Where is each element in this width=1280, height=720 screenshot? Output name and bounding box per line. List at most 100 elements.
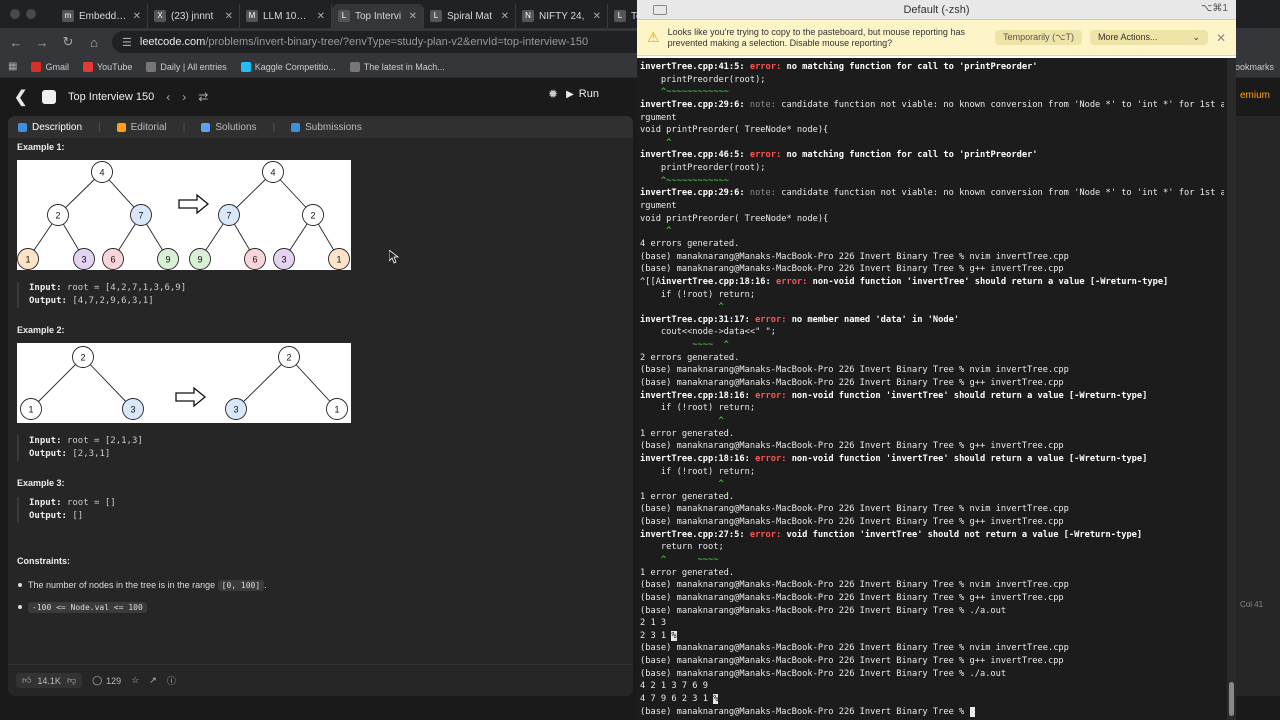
- bookmark-gmail[interactable]: Gmail: [31, 61, 69, 72]
- input-label: Input:: [29, 498, 62, 508]
- terminal-line: invertTree.cpp:29:6: note: candidate fun…: [640, 187, 1224, 200]
- tab-divider: |: [98, 121, 101, 133]
- terminal-text: invertTree.cpp:41:5:: [640, 62, 750, 72]
- terminal-line: 1 error generated.: [640, 491, 1224, 504]
- browser-tab[interactable]: L Spiral Mat ✕: [424, 4, 516, 28]
- tab-title: LLM 101: E: [263, 10, 312, 22]
- example-1-title: Example 1:: [17, 142, 65, 152]
- premium-link[interactable]: emium: [1240, 90, 1270, 101]
- constraint-text: .: [264, 580, 267, 590]
- reload-icon[interactable]: ↻: [60, 34, 76, 50]
- run-button[interactable]: ▶ Run: [566, 88, 599, 100]
- tab-close-icon[interactable]: ✕: [501, 11, 509, 22]
- tree-node-label: 3: [233, 405, 238, 415]
- more-actions-dropdown[interactable]: More Actions... ⌄: [1089, 30, 1208, 45]
- terminal-line: (base) manaknarang@Manaks-MacBook-Pro 22…: [640, 655, 1224, 668]
- tree-node-label: 6: [110, 255, 115, 265]
- back-icon[interactable]: ←: [8, 35, 24, 50]
- play-icon: ▶: [566, 88, 574, 100]
- editorial-icon: [116, 122, 126, 132]
- bookmark-daily[interactable]: Daily | All entries: [146, 61, 227, 72]
- terminal-text: error:: [776, 276, 813, 287]
- scrollbar-thumb[interactable]: [1229, 682, 1234, 716]
- bookmark-youtube[interactable]: YouTube: [82, 61, 132, 72]
- browser-tab[interactable]: m Embedding ✕: [56, 4, 148, 28]
- terminal-line: invertTree.cpp:46:5: error: no matching …: [640, 149, 1224, 162]
- bookmark-kaggle[interactable]: Kaggle Competitio...: [240, 61, 336, 72]
- forward-icon[interactable]: →: [34, 35, 50, 50]
- tree-node-label: 7: [226, 211, 231, 221]
- terminal-line: cout<<node->data<<" ";: [640, 326, 1224, 339]
- terminal-text: ^~~~~~~~~~~~~: [640, 175, 729, 186]
- terminal-text: if (!root) return;: [640, 466, 756, 477]
- terminal-text: error:: [755, 453, 792, 464]
- like-button[interactable]: 👍︎ 14.1K 👎︎: [16, 673, 83, 688]
- next-problem-icon[interactable]: ›: [182, 90, 186, 104]
- terminal-line: invertTree.cpp:41:5: error: no matching …: [640, 61, 1224, 74]
- tab-editorial[interactable]: Editorial: [116, 122, 167, 133]
- run-controls: ✹ ▶ Run: [548, 87, 599, 101]
- terminal-line: 2 3 1 %: [640, 630, 1224, 643]
- terminal-line: 4 errors generated.: [640, 238, 1224, 251]
- tab-solutions[interactable]: Solutions: [201, 122, 257, 133]
- tree-node-label: 1: [28, 405, 33, 415]
- star-icon[interactable]: ☆: [131, 675, 139, 686]
- terminal-line: 2 1 3: [640, 617, 1224, 630]
- example-output: [2,3,1]: [72, 449, 111, 459]
- terminal-text: (base) manaknarang@Manaks-MacBook-Pro 22…: [640, 643, 1069, 654]
- example-output: [4,7,2,9,6,3,1]: [72, 296, 154, 306]
- run-label: Run: [578, 88, 599, 100]
- debug-icon[interactable]: ✹: [548, 87, 558, 101]
- terminal-tab-icon[interactable]: [653, 5, 667, 15]
- tab-close-icon[interactable]: ✕: [133, 11, 141, 22]
- window-min-dot[interactable]: [26, 9, 36, 19]
- site-info-icon[interactable]: ☰: [122, 36, 132, 49]
- browser-tab[interactable]: X (23) jnnnt ✕: [148, 4, 240, 28]
- apps-icon[interactable]: ▦: [8, 61, 17, 72]
- constraints-list: The number of nodes in the tree is in th…: [17, 578, 267, 622]
- home-icon[interactable]: ⌂: [86, 35, 102, 50]
- tab-close-icon[interactable]: ✕: [225, 11, 233, 22]
- prev-problem-icon[interactable]: ‹: [166, 90, 170, 104]
- terminal-text: ^: [640, 226, 672, 237]
- browser-tab[interactable]: L Top Intervi ✕: [332, 4, 424, 28]
- url-field[interactable]: ☰ leetcode.com/problems/invert-binary-tr…: [112, 31, 672, 53]
- browser-tab[interactable]: N NIFTY 24, ✕: [516, 4, 608, 28]
- tab-close-icon[interactable]: ✕: [593, 11, 601, 22]
- terminal-scrollbar[interactable]: [1227, 58, 1236, 720]
- input-label: Input:: [29, 436, 62, 446]
- shuffle-icon[interactable]: ⇄: [198, 90, 208, 104]
- warning-icon: ⚠: [647, 29, 660, 45]
- thumbs-down-icon[interactable]: 👎︎: [67, 675, 76, 686]
- tab-close-icon[interactable]: ✕: [409, 11, 417, 22]
- browser-tab[interactable]: M LLM 101: E ✕: [240, 4, 332, 28]
- terminal-text: error:: [749, 150, 787, 161]
- bookmark-ml-news[interactable]: The latest in Mach...: [349, 61, 445, 72]
- terminal-line: ~~~~ ^: [640, 339, 1224, 352]
- terminal-output[interactable]: invertTree.cpp:41:5: error: no matching …: [637, 58, 1227, 720]
- bookmark-label: The latest in Mach...: [363, 61, 445, 72]
- terminal-text: non-void function 'invertTree' should re…: [791, 390, 1148, 401]
- bookmark-label: Daily | All entries: [160, 61, 227, 72]
- tab-close-icon[interactable]: ✕: [317, 11, 325, 22]
- help-icon[interactable]: ⓘ: [167, 674, 176, 687]
- tab-submissions[interactable]: Submissions: [291, 122, 362, 133]
- temporarily-button[interactable]: Temporarily (⌥T): [995, 30, 1082, 45]
- tree-node-label: 1: [334, 405, 339, 415]
- window-close-dot[interactable]: [10, 9, 20, 19]
- tab-favicon-icon: M: [246, 10, 258, 22]
- leetcode-logo-icon[interactable]: ❮: [14, 87, 30, 107]
- share-icon[interactable]: ↗: [149, 675, 157, 686]
- constraints-title: Constraints:: [17, 556, 71, 566]
- study-plan-title[interactable]: Top Interview 150: [68, 91, 154, 103]
- comments-button[interactable]: ◯ 129: [92, 675, 121, 686]
- all-bookmarks[interactable]: ookmarks: [1235, 56, 1274, 78]
- tree-edge: [30, 356, 84, 410]
- terminal-line: (base) manaknarang@Manaks-MacBook-Pro 22…: [640, 516, 1224, 529]
- close-icon[interactable]: ✕: [1216, 31, 1226, 45]
- example-2-io: Input: root = [2,1,3] Output: [2,3,1]: [17, 435, 627, 461]
- example-input: root = [4,2,7,1,3,6,9]: [66, 283, 187, 293]
- terminal-text: void printPreorder( TreeNode* node){: [640, 125, 829, 136]
- tab-description[interactable]: Description: [18, 122, 82, 133]
- terminal-text: (base) manaknarang@Manaks-MacBook-Pro 22…: [640, 264, 1064, 275]
